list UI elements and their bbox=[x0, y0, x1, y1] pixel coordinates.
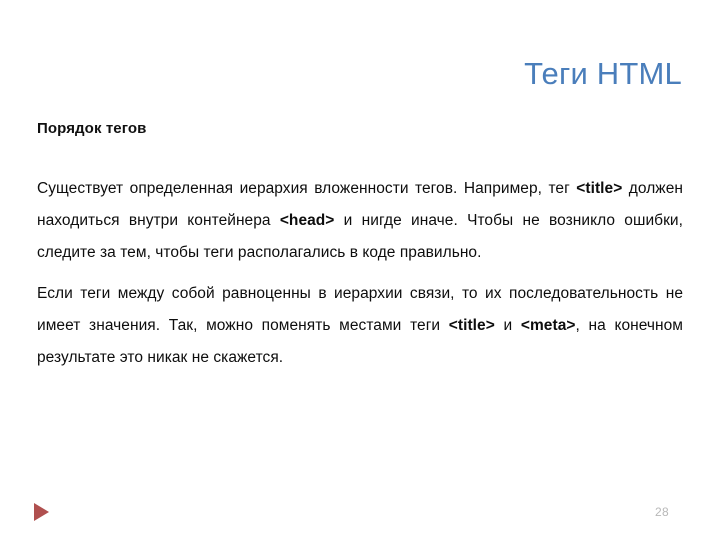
triangle-right-icon bbox=[34, 503, 49, 521]
inline-tag-3: <meta> bbox=[520, 317, 576, 334]
section-subheading: Порядок тегов bbox=[37, 120, 147, 138]
page-title: Теги HTML bbox=[524, 55, 682, 91]
paragraph-2: Если теги между собой равноценны в иерар… bbox=[37, 278, 683, 374]
inline-tag-3: <head> bbox=[279, 212, 335, 229]
slide: Теги HTML Порядок тегов Существует опред… bbox=[0, 0, 720, 540]
inline-tag-1: <title> bbox=[448, 317, 495, 334]
page-number: 28 bbox=[655, 505, 669, 519]
text-run-0: Существует определенная иерархия вложенн… bbox=[37, 180, 577, 197]
inline-tag-1: <title> bbox=[576, 180, 623, 197]
body-content: Существует определенная иерархия вложенн… bbox=[37, 173, 683, 374]
text-run-2: и bbox=[494, 317, 521, 334]
paragraph-1: Существует определенная иерархия вложенн… bbox=[37, 173, 683, 269]
